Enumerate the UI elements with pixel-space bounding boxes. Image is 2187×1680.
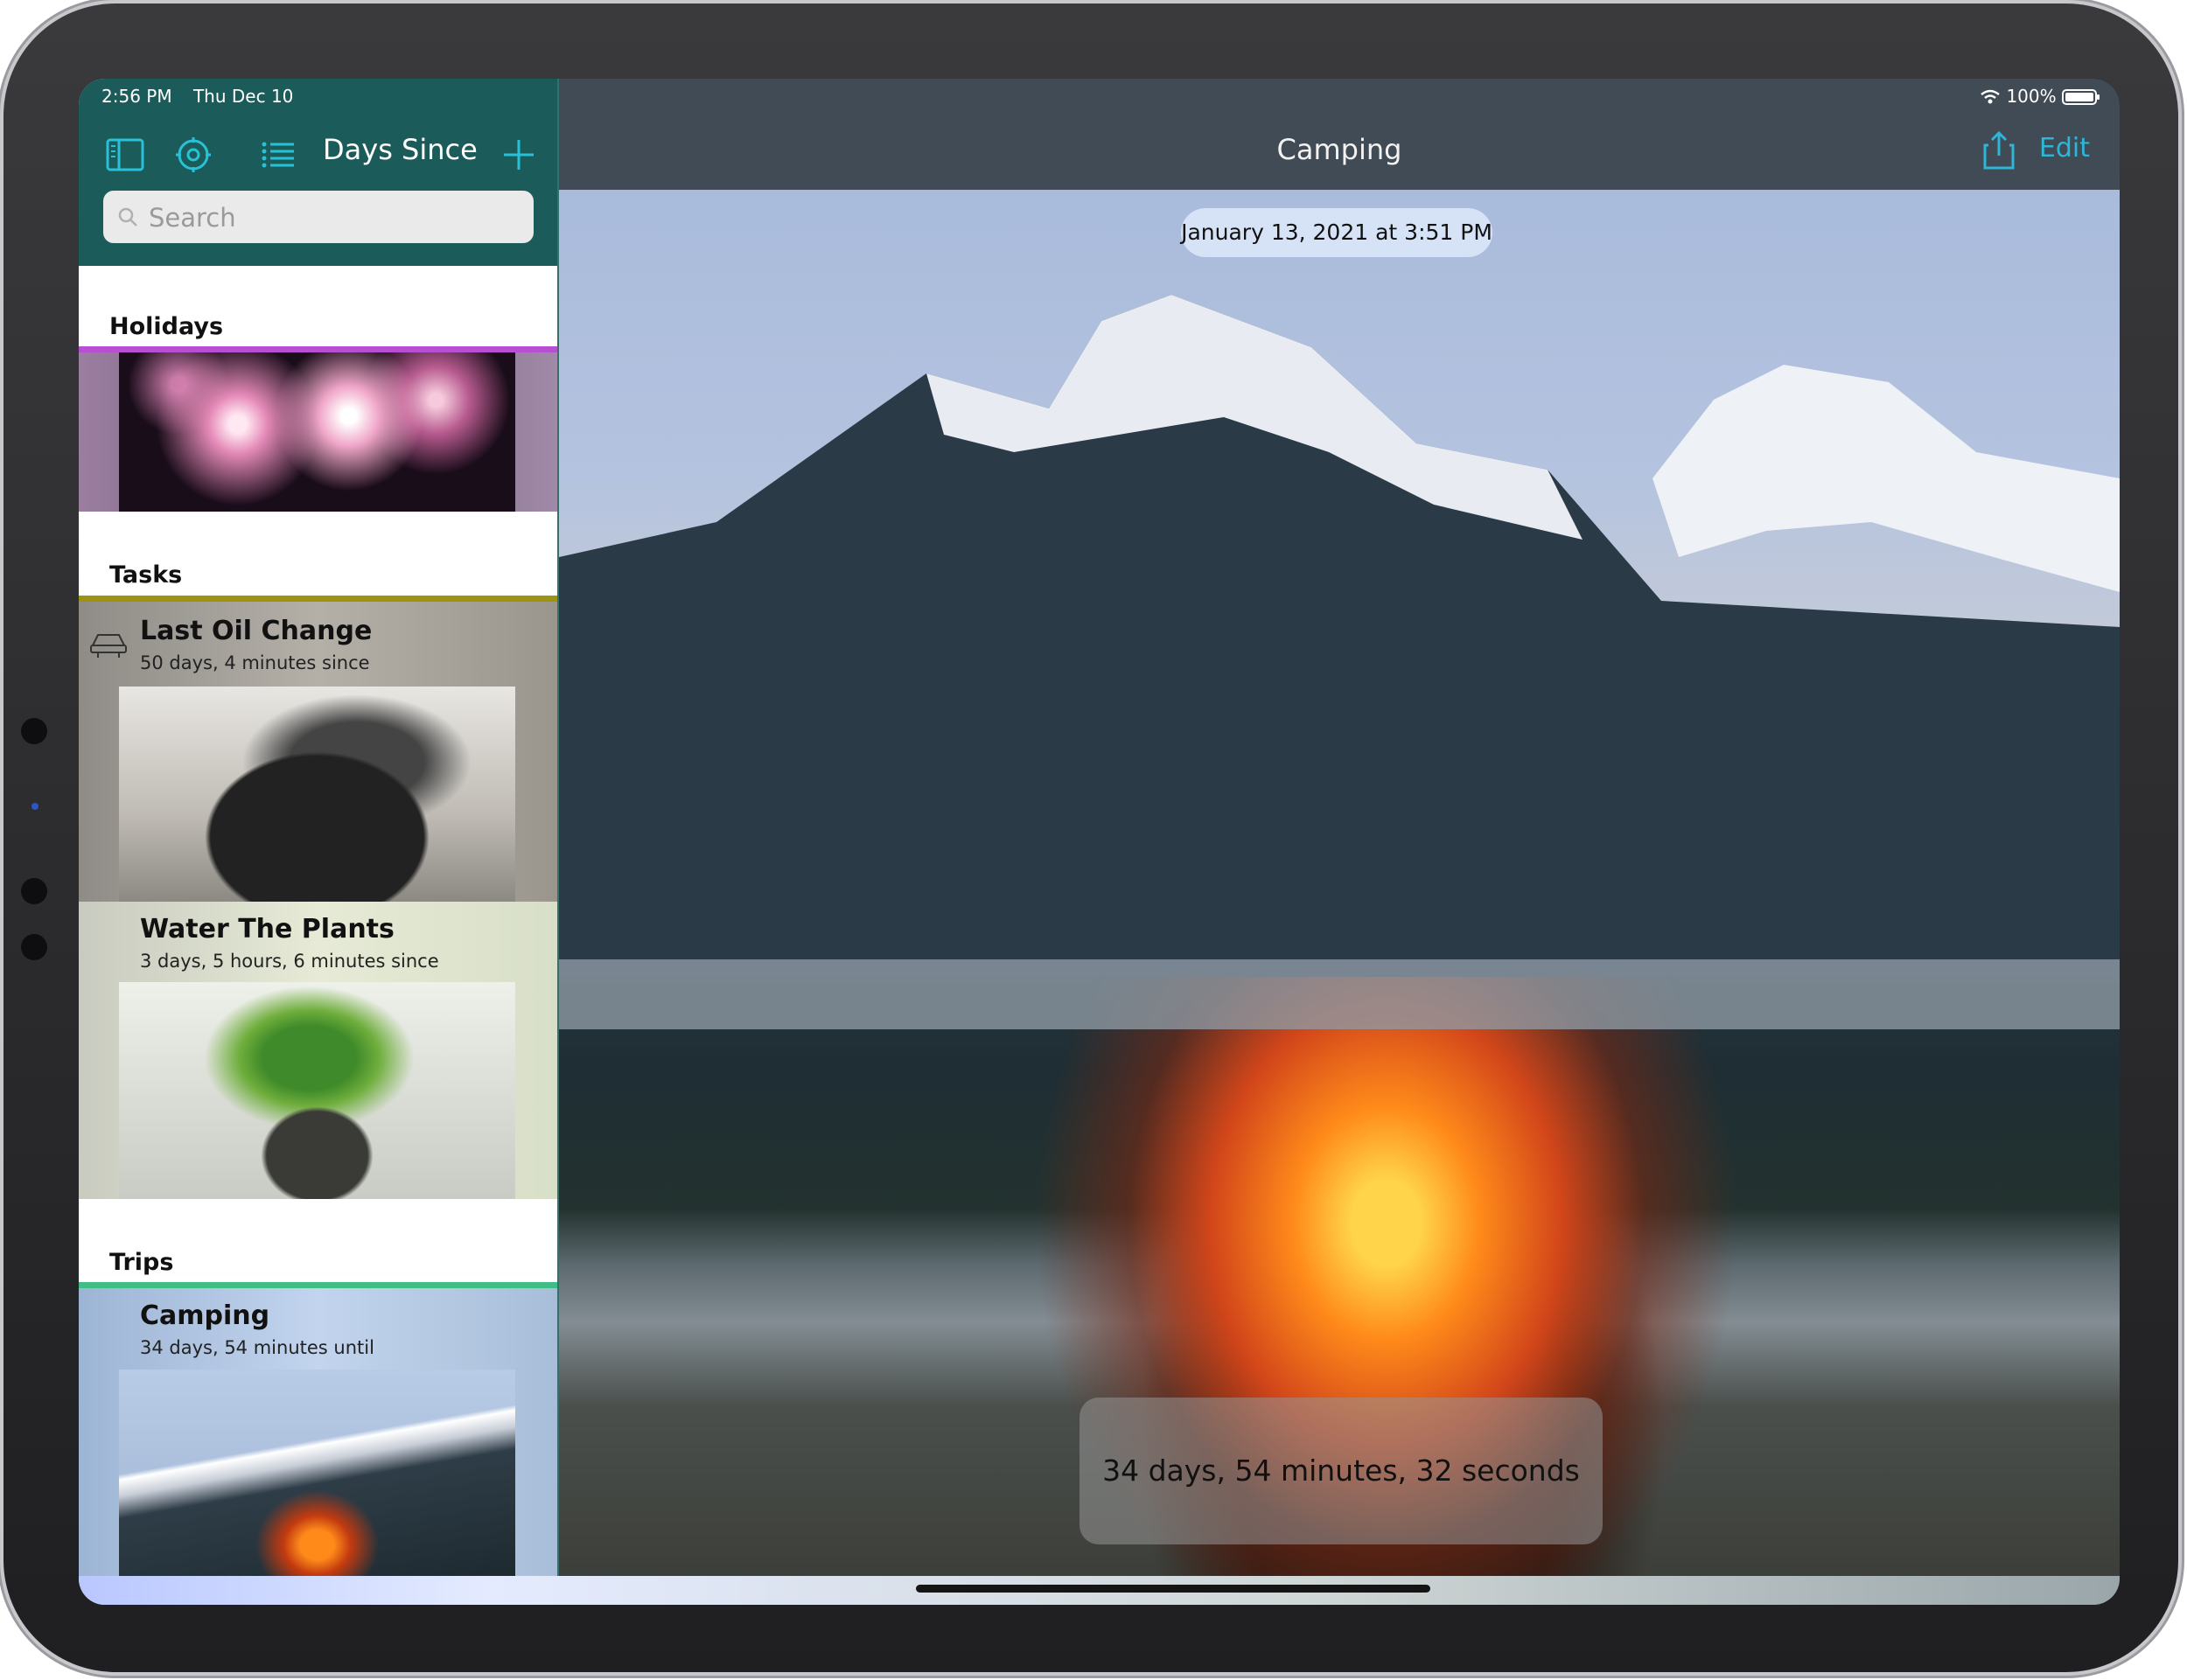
event-photo [559,190,2120,1605]
countdown-display: 34 days, 54 minutes, 32 seconds until [1080,1398,1603,1605]
section-title-tasks: Tasks [109,561,183,589]
list-item[interactable]: Last Oil Change 50 days, 4 minutes since [79,602,557,902]
section-rule-tasks [79,596,557,602]
list-item[interactable] [79,352,557,512]
section-title-trips: Trips [109,1249,174,1276]
detail-title: Camping [1276,133,1402,166]
sidebar: 2:56 PM Thu Dec 10 Days Since Search Hol… [79,79,557,1605]
battery-percent: 100% [2006,86,2057,107]
list-item[interactable]: Water The Plants 3 days, 5 hours, 6 minu… [79,902,557,1199]
battery-icon [2062,89,2100,105]
settings-icon[interactable] [173,135,213,175]
status-indicators: 100% [1980,86,2100,107]
sidebar-toggle-icon[interactable] [105,135,145,175]
app-title: Days Since [323,133,478,166]
car-icon [90,634,127,658]
status-clock: 2:56 PM Thu Dec 10 [101,86,309,107]
list-item[interactable]: Camping 34 days, 54 minutes until [79,1288,557,1576]
mountains-illustration [559,295,2120,1029]
search-bar[interactable] [103,191,534,245]
item-subtitle: 34 days, 54 minutes until [140,1337,374,1358]
fireworks-image [119,352,515,512]
wifi-icon [1981,89,2000,104]
edit-button[interactable]: Edit [2039,133,2090,164]
item-title: Water The Plants [140,914,395,945]
screen: 2:56 PM Thu Dec 10 Days Since Search Hol… [79,79,2120,1605]
section-rule-holidays [79,346,557,352]
car-image [119,687,515,902]
search-input[interactable] [147,191,518,245]
status-date: Thu Dec 10 [192,86,294,107]
search-icon [118,207,137,227]
item-subtitle: 50 days, 4 minutes since [140,652,370,673]
detail-nav-bar: 100% Camping Edit [559,79,2120,190]
side-button [31,803,38,810]
side-button [21,878,47,904]
list-icon[interactable] [258,135,298,175]
plus-icon[interactable] [499,135,539,175]
side-button [21,934,47,960]
sidebar-header: 2:56 PM Thu Dec 10 Days Since Search [79,79,557,266]
side-button [21,718,47,744]
camping-image [119,1370,515,1576]
item-title: Camping [140,1300,270,1331]
section-title-holidays: Holidays [109,313,224,340]
section-rule-trips [79,1282,557,1288]
detail-pane: 100% Camping Edit January 13, 2021 at 3:… [559,79,2120,1605]
home-indicator[interactable] [916,1585,1430,1593]
event-date-pill[interactable]: January 13, 2021 at 3:51 PM [1181,208,1492,257]
share-icon[interactable] [1981,129,2016,170]
item-subtitle: 3 days, 5 hours, 6 minutes since [140,951,439,972]
status-time: 2:56 PM [101,86,172,107]
device-frame: 2:56 PM Thu Dec 10 Days Since Search Hol… [3,3,2178,1672]
plant-image [119,982,515,1199]
item-title: Last Oil Change [140,616,373,646]
